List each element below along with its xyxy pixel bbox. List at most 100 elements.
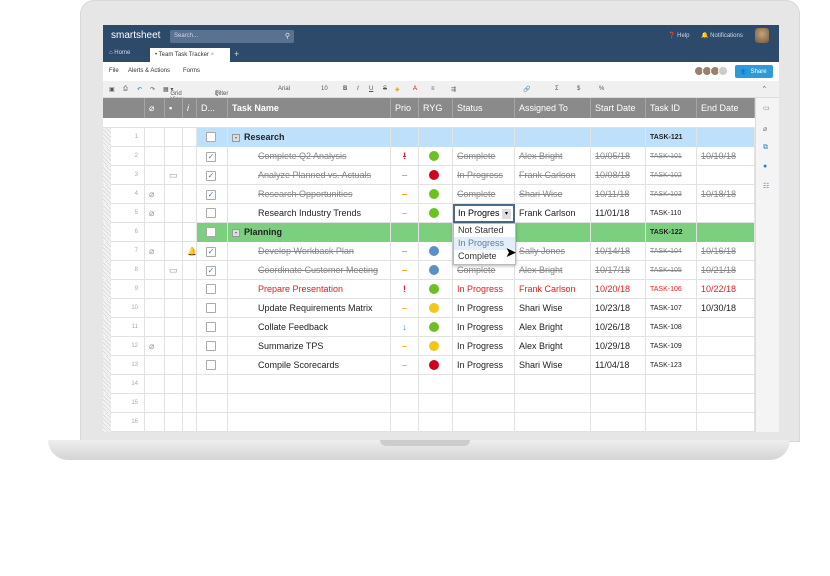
start-date-cell[interactable]: 10/08/18 bbox=[591, 166, 646, 185]
table-row[interactable]: 6- Planning TASK-122 bbox=[103, 223, 755, 242]
fill-color-icon[interactable]: ◈ bbox=[395, 86, 400, 93]
column-header-ryg[interactable]: RYG bbox=[419, 98, 453, 118]
task-id-cell[interactable]: TASK-108 bbox=[646, 318, 697, 337]
table-row[interactable]: 15 bbox=[103, 394, 755, 413]
column-header-prio[interactable]: Prio bbox=[391, 98, 419, 118]
column-header-assigned-to[interactable]: Assigned To bbox=[515, 98, 591, 118]
status-cell[interactable]: Complete bbox=[453, 185, 515, 204]
done-checkbox[interactable] bbox=[206, 322, 216, 332]
cell[interactable] bbox=[197, 413, 228, 432]
done-checkbox[interactable] bbox=[206, 132, 216, 142]
table-row[interactable]: 8 ▭ ✓ Coordinate Customer Meeting – Complete A… bbox=[103, 261, 755, 280]
row-drag-handle[interactable] bbox=[103, 375, 111, 394]
start-date-cell[interactable] bbox=[591, 128, 646, 147]
priority-indicator[interactable]: – bbox=[391, 204, 419, 223]
cell[interactable] bbox=[391, 394, 419, 413]
row-drag-handle[interactable] bbox=[103, 299, 111, 318]
priority-indicator[interactable]: ! bbox=[391, 280, 419, 299]
end-date-cell[interactable] bbox=[697, 166, 755, 185]
wrap-icon[interactable]: ⇶ bbox=[451, 86, 456, 93]
cell[interactable] bbox=[228, 394, 391, 413]
done-checkbox[interactable]: ✓ bbox=[206, 190, 216, 200]
row-drag-handle[interactable] bbox=[103, 185, 111, 204]
done-checkbox[interactable]: ✓ bbox=[206, 171, 216, 181]
cell[interactable] bbox=[419, 413, 453, 432]
row-drag-handle[interactable] bbox=[103, 223, 111, 242]
row-drag-handle[interactable] bbox=[103, 128, 111, 147]
menu-file[interactable]: File bbox=[109, 68, 119, 74]
cell[interactable] bbox=[197, 128, 228, 147]
row-drag-handle[interactable] bbox=[103, 261, 111, 280]
start-date-cell[interactable]: 10/11/18 bbox=[591, 185, 646, 204]
task-name[interactable]: Compile Scorecards bbox=[228, 356, 391, 375]
assigned-to-cell[interactable]: Frank Carlson bbox=[515, 166, 591, 185]
task-name[interactable]: Research Opportunities bbox=[228, 185, 391, 204]
cell[interactable] bbox=[646, 394, 697, 413]
cell[interactable] bbox=[697, 413, 755, 432]
status-cell[interactable]: In Progress bbox=[453, 166, 515, 185]
table-row[interactable]: 2 ✓ Complete Q2 Analysis! Complete Alex Brig… bbox=[103, 147, 755, 166]
cell[interactable] bbox=[419, 394, 453, 413]
cell[interactable]: ✓ bbox=[197, 261, 228, 280]
assigned-to-cell[interactable]: Frank Carlson bbox=[515, 280, 591, 299]
task-id-cell[interactable]: TASK-106 bbox=[646, 280, 697, 299]
close-icon[interactable]: × bbox=[211, 52, 215, 58]
done-checkbox[interactable]: ✓ bbox=[206, 152, 216, 162]
task-id-cell[interactable]: TASK-104 bbox=[646, 242, 697, 261]
table-row[interactable]: 10 Update Requirements Matrix – In Progress… bbox=[103, 299, 755, 318]
redo-icon[interactable]: ↷ bbox=[150, 86, 155, 93]
cell[interactable] bbox=[419, 337, 453, 356]
task-id-cell[interactable]: TASK-122 bbox=[646, 223, 697, 242]
row-drag-handle[interactable] bbox=[103, 394, 111, 413]
priority-indicator[interactable]: – bbox=[391, 299, 419, 318]
task-id-cell[interactable]: TASK-107 bbox=[646, 299, 697, 318]
assigned-to-cell[interactable]: Alex Bright bbox=[515, 337, 591, 356]
currency-icon[interactable]: $ bbox=[577, 86, 580, 92]
column-header-task-id[interactable]: Task ID bbox=[646, 98, 697, 118]
task-name[interactable]: Collate Feedback bbox=[228, 318, 391, 337]
cell[interactable] bbox=[591, 394, 646, 413]
priority-indicator[interactable]: ↓ bbox=[391, 318, 419, 337]
cell[interactable] bbox=[228, 375, 391, 394]
cell[interactable] bbox=[197, 375, 228, 394]
task-name[interactable]: Prepare Presentation bbox=[228, 280, 391, 299]
cell[interactable]: ✓ bbox=[197, 185, 228, 204]
table-row[interactable]: 11 Collate Feedback ↓ In Progress Alex Brigh… bbox=[103, 318, 755, 337]
start-date-cell[interactable]: 10/29/18 bbox=[591, 337, 646, 356]
notifications-button[interactable]: 🔔 Notifications bbox=[701, 32, 743, 39]
cell[interactable] bbox=[453, 375, 515, 394]
status-cell[interactable]: In Progress bbox=[453, 318, 515, 337]
cell[interactable] bbox=[197, 356, 228, 375]
cell[interactable]: ✓ bbox=[197, 242, 228, 261]
collapse-icon[interactable]: - bbox=[232, 134, 240, 142]
task-name[interactable]: Update Requirements Matrix bbox=[228, 299, 391, 318]
end-date-cell[interactable]: 10/18/18 bbox=[697, 185, 755, 204]
column-header-end-date[interactable]: End Date bbox=[697, 98, 755, 118]
task-name[interactable]: - Planning bbox=[228, 223, 391, 242]
status-cell[interactable]: In Progress bbox=[453, 337, 515, 356]
table-row[interactable]: 13 Compile Scorecards – In Progress Shari Wi… bbox=[103, 356, 755, 375]
column-header-task-name[interactable]: Task Name bbox=[228, 98, 391, 118]
start-date-cell[interactable]: 10/14/18 bbox=[591, 242, 646, 261]
end-date-cell[interactable]: 10/30/18 bbox=[697, 299, 755, 318]
assigned-to-cell[interactable] bbox=[515, 128, 591, 147]
underline-icon[interactable]: U bbox=[369, 86, 373, 92]
cell[interactable] bbox=[515, 375, 591, 394]
avatar[interactable] bbox=[755, 28, 769, 43]
column-header-start-date[interactable]: Start Date bbox=[591, 98, 646, 118]
end-date-cell[interactable] bbox=[697, 356, 755, 375]
collapse-icon[interactable]: - bbox=[232, 229, 240, 237]
end-date-cell[interactable] bbox=[697, 223, 755, 242]
row-drag-handle[interactable] bbox=[103, 318, 111, 337]
table-row[interactable]: 4 ⌀ ✓ Research Opportunities – Complete Shari … bbox=[103, 185, 755, 204]
cell[interactable] bbox=[453, 394, 515, 413]
column-header-done[interactable]: D... bbox=[197, 98, 228, 118]
cell[interactable] bbox=[197, 299, 228, 318]
help-button[interactable]: ❓ Help bbox=[668, 32, 689, 39]
tab-home[interactable]: ⌂ Home bbox=[109, 50, 130, 56]
done-checkbox[interactable]: ✓ bbox=[206, 247, 216, 257]
start-date-cell[interactable]: 10/20/18 bbox=[591, 280, 646, 299]
end-date-cell[interactable] bbox=[697, 128, 755, 147]
cell[interactable] bbox=[591, 413, 646, 432]
cell[interactable] bbox=[228, 413, 391, 432]
